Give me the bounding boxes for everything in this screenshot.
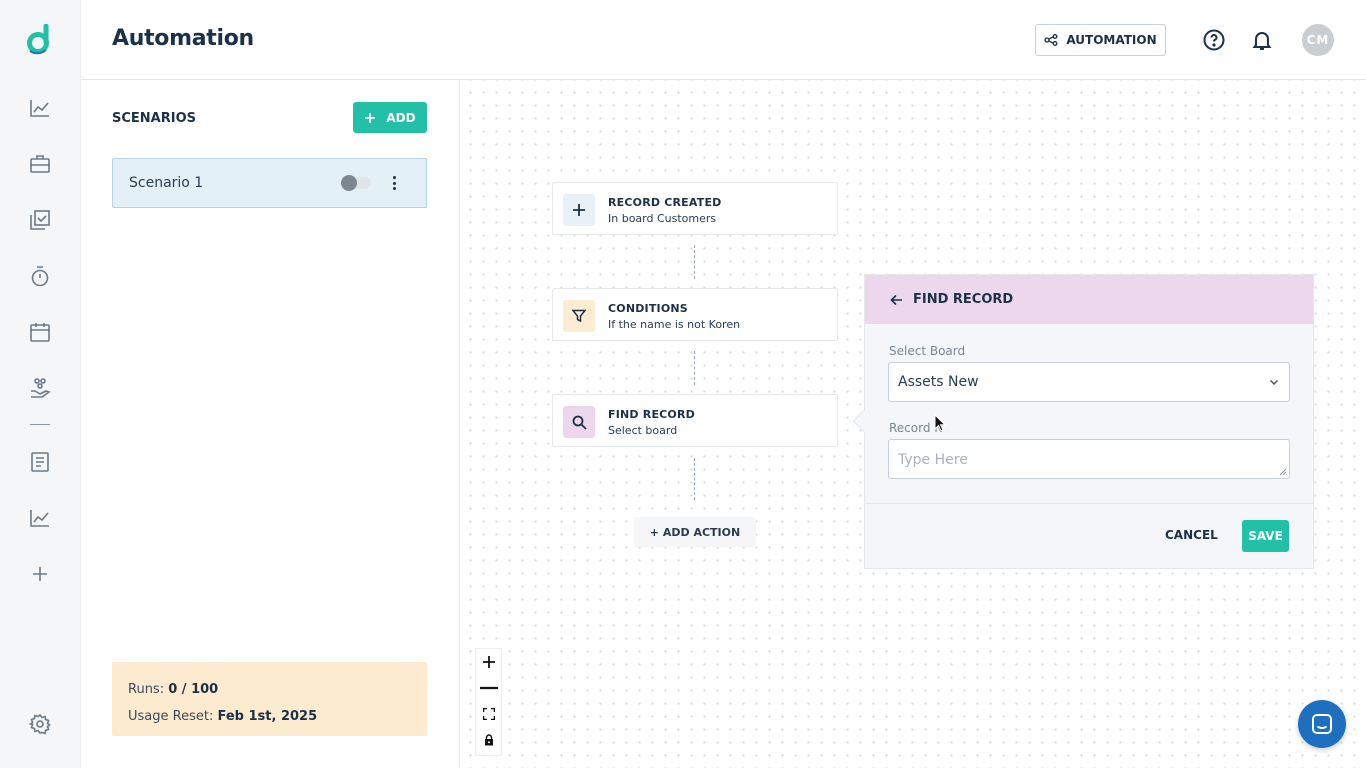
panel-footer: CANCEL SAVE [865, 503, 1313, 569]
record-input[interactable]: Type Here [888, 439, 1290, 479]
usage-info-box: Runs: 0 / 100 Usage Reset: Feb 1st, 2025 [112, 662, 427, 736]
find-record-panel: FIND RECORD Select Board Assets New Reco… [852, 274, 1314, 569]
flow-connector [694, 458, 695, 500]
chart-line-icon[interactable] [28, 96, 52, 120]
scenarios-panel: SCENARIOS ADD Scenario 1 Runs: 0 / 100 U… [81, 80, 460, 768]
user-avatar[interactable]: CM [1302, 24, 1334, 56]
panel-header: FIND RECORD [865, 275, 1313, 324]
scenarios-title: SCENARIOS [112, 111, 196, 126]
chat-support-button[interactable] [1298, 700, 1346, 748]
scenario-name: Scenario 1 [129, 175, 204, 191]
bell-icon[interactable] [1250, 28, 1274, 52]
stopwatch-icon[interactable] [28, 264, 52, 288]
share-nodes-icon [1044, 34, 1058, 46]
lock-icon[interactable] [476, 727, 501, 753]
plus-icon [563, 194, 595, 226]
document-icon[interactable] [28, 450, 52, 474]
zoom-out-icon[interactable] [476, 675, 501, 701]
record-input-placeholder: Type Here [898, 452, 968, 468]
automation-button-label: AUTOMATION [1066, 33, 1157, 47]
checklist-icon[interactable] [28, 208, 52, 232]
select-board-value: Assets New [898, 374, 979, 390]
save-button[interactable]: SAVE [1242, 520, 1289, 552]
add-action-button[interactable]: + ADD ACTION [634, 517, 756, 547]
nav-divider [30, 424, 50, 425]
fit-view-icon[interactable] [476, 701, 501, 727]
usage-reset-line: Usage Reset: Feb 1st, 2025 [128, 703, 411, 730]
node-subtitle: Select board [608, 424, 678, 437]
runs-value: 0 / 100 [168, 682, 219, 697]
analytics-icon[interactable] [28, 506, 52, 530]
select-board-dropdown[interactable]: Assets New [888, 362, 1290, 402]
hand-coins-icon[interactable] [28, 376, 52, 400]
select-board-label: Select Board [889, 344, 966, 358]
top-header: Automation AUTOMATION CM [81, 0, 1366, 80]
back-arrow-icon[interactable] [890, 294, 903, 306]
flow-connector [694, 245, 695, 279]
node-subtitle: If the name is not Koren [608, 318, 741, 331]
flow-connector [694, 351, 695, 385]
zoom-controls [475, 648, 502, 756]
toggle-knob [341, 175, 357, 191]
search-icon [563, 406, 595, 438]
help-icon[interactable] [1202, 28, 1226, 52]
filter-icon [563, 300, 595, 332]
flow-node-conditions[interactable]: CONDITIONS If the name is not Koren [552, 288, 838, 341]
cancel-button[interactable]: CANCEL [1165, 528, 1218, 542]
panel-pointer [852, 409, 876, 433]
node-title: FIND RECORD [608, 408, 695, 421]
mouse-cursor-icon [934, 413, 947, 436]
app-logo[interactable] [26, 23, 54, 56]
flow-node-trigger[interactable]: RECORD CREATED In board Customers [552, 182, 838, 235]
node-title: RECORD CREATED [608, 196, 722, 209]
left-nav-rail [0, 0, 81, 768]
gear-icon[interactable] [28, 712, 52, 736]
chevron-down-icon [1269, 379, 1279, 386]
more-options-icon[interactable] [388, 174, 400, 192]
node-subtitle: In board Customers [608, 212, 717, 225]
briefcase-icon[interactable] [28, 152, 52, 176]
zoom-in-icon[interactable] [476, 649, 501, 675]
resize-handle-icon[interactable] [1279, 468, 1287, 476]
plus-icon[interactable] [28, 562, 52, 586]
panel-title: FIND RECORD [913, 292, 1014, 307]
runs-label: Runs: [128, 682, 165, 697]
add-button-label: ADD [386, 110, 416, 125]
chat-icon [1312, 714, 1332, 734]
automation-button[interactable]: AUTOMATION [1035, 24, 1166, 56]
runs-line: Runs: 0 / 100 [128, 676, 411, 703]
scenario-enable-toggle[interactable] [341, 175, 371, 191]
usage-reset-value: Feb 1st, 2025 [217, 709, 318, 724]
usage-reset-label: Usage Reset: [128, 709, 214, 724]
calendar-icon[interactable] [28, 320, 52, 344]
node-title: CONDITIONS [608, 302, 688, 315]
add-scenario-button[interactable]: ADD [353, 102, 427, 133]
page-title: Automation [112, 26, 254, 51]
scenario-item[interactable]: Scenario 1 [112, 158, 427, 208]
plus-icon [365, 112, 376, 123]
flow-canvas[interactable]: RECORD CREATED In board Customers CONDIT… [460, 80, 1366, 768]
flow-node-find-record[interactable]: FIND RECORD Select board [552, 394, 838, 447]
